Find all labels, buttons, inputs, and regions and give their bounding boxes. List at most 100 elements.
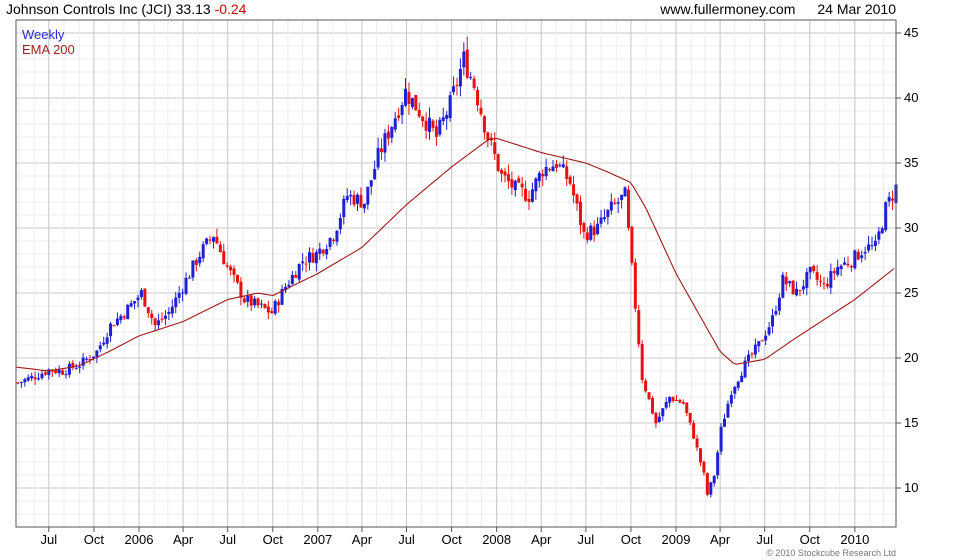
candle-up xyxy=(795,288,799,296)
candle-down xyxy=(153,318,157,326)
candle-down xyxy=(503,171,507,176)
x-tick-label: Apr xyxy=(173,532,194,547)
x-tick-label: Apr xyxy=(352,532,373,547)
chart-legend: Weekly EMA 200 xyxy=(22,27,75,57)
candle-down xyxy=(819,280,823,282)
candle-up xyxy=(777,297,781,311)
candle-down xyxy=(644,380,648,392)
candle-up xyxy=(880,228,884,234)
y-tick-label: 20 xyxy=(904,350,918,365)
candle-up xyxy=(530,189,534,202)
candle-up xyxy=(191,260,195,278)
candle-down xyxy=(493,142,497,155)
candle-up xyxy=(805,272,809,288)
candle-up xyxy=(599,217,603,224)
candle-up xyxy=(537,173,541,182)
candle-down xyxy=(352,194,356,205)
candle-down xyxy=(232,268,236,275)
candle-up xyxy=(126,305,130,320)
candle-up xyxy=(657,416,661,423)
candle-up xyxy=(37,378,41,380)
candle-up xyxy=(445,114,449,119)
candle-down xyxy=(294,274,298,278)
x-tick-label: Oct xyxy=(263,532,284,547)
candle-up xyxy=(404,88,408,106)
y-tick-label: 30 xyxy=(904,220,918,235)
y-tick-label: 10 xyxy=(904,480,918,495)
candle-up xyxy=(534,178,538,192)
candle-down xyxy=(472,78,476,88)
candle-up xyxy=(205,238,209,244)
candle-down xyxy=(160,318,164,320)
x-tick-label: Jul xyxy=(219,532,236,547)
y-tick-label: 15 xyxy=(904,415,918,430)
candle-down xyxy=(194,259,198,266)
candle-up xyxy=(307,252,311,263)
candle-up xyxy=(884,202,888,231)
candle-up xyxy=(469,77,473,79)
candle-down xyxy=(654,412,658,424)
candle-down xyxy=(270,311,274,314)
candle-down xyxy=(506,174,510,182)
candle-up xyxy=(167,311,171,314)
candle-down xyxy=(424,120,428,131)
x-tick-label: 2008 xyxy=(482,532,511,547)
candle-down xyxy=(554,164,558,168)
candle-up xyxy=(102,342,106,345)
candle-down xyxy=(592,226,596,236)
candle-down xyxy=(510,179,514,188)
candle-up xyxy=(781,274,785,298)
candle-up xyxy=(448,95,452,118)
candle-up xyxy=(606,210,610,218)
candle-up xyxy=(870,245,874,247)
candle-up xyxy=(78,366,82,368)
plot-frame xyxy=(15,19,897,528)
candle-up xyxy=(589,225,593,240)
candle-down xyxy=(784,276,788,285)
candle-down xyxy=(671,397,675,402)
candle-up xyxy=(661,408,665,417)
candle-up xyxy=(98,345,102,350)
candle-down xyxy=(891,198,895,201)
candle-down xyxy=(465,49,469,78)
candle-up xyxy=(139,290,143,297)
candle-down xyxy=(112,325,116,327)
candle-down xyxy=(421,116,425,122)
candle-up xyxy=(356,194,360,204)
candle-up xyxy=(726,403,730,418)
candle-down xyxy=(613,202,617,204)
candle-down xyxy=(832,271,836,274)
candle-up xyxy=(561,164,565,168)
candle-up xyxy=(335,230,339,242)
candle-down xyxy=(16,382,20,384)
candle-down xyxy=(681,402,685,404)
candle-up xyxy=(438,119,442,135)
candle-down xyxy=(143,288,147,307)
candle-up xyxy=(314,252,318,264)
x-axis: Jul Oct 2006 Apr Jul Oct 2007 Apr Jul Oct 2008 Apr J… xyxy=(41,527,869,547)
candle-down xyxy=(239,281,243,298)
candle-down xyxy=(578,201,582,226)
candle-up xyxy=(801,286,805,290)
candle-down xyxy=(674,399,678,401)
legend-ema: EMA 200 xyxy=(22,42,75,57)
candle-down xyxy=(455,84,459,86)
candle-up xyxy=(863,251,867,254)
candle-up xyxy=(19,381,23,383)
candle-down xyxy=(256,298,260,306)
candle-down xyxy=(798,290,802,292)
gridlines xyxy=(16,19,896,528)
candle-up xyxy=(620,194,624,201)
candle-up xyxy=(668,396,672,403)
candle-down xyxy=(150,313,154,319)
x-tick-label: Oct xyxy=(621,532,642,547)
candle-down xyxy=(208,239,212,241)
candle-down xyxy=(304,263,308,265)
candle-up xyxy=(119,315,123,321)
candle-up xyxy=(428,117,432,132)
candle-up xyxy=(290,274,294,285)
candle-up xyxy=(157,320,161,326)
candle-down xyxy=(359,194,363,208)
candle-up xyxy=(596,223,600,235)
candle-up xyxy=(349,194,353,197)
